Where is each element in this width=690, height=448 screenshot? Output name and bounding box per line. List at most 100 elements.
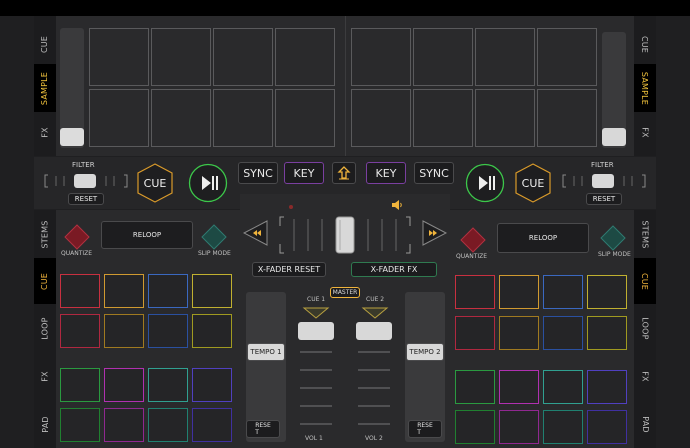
tempo-knob-right[interactable]: TEMPO 2 — [406, 343, 444, 361]
cue2-button[interactable] — [361, 304, 389, 319]
performance-pad[interactable] — [543, 370, 583, 404]
tab-cue[interactable]: CUE — [34, 22, 56, 66]
tab-fx-right[interactable]: FX — [634, 112, 656, 152]
sync-button-right[interactable]: SYNC — [414, 162, 454, 184]
performance-pad[interactable] — [148, 408, 188, 442]
sampler-pad[interactable] — [413, 89, 473, 147]
volume-fader-left[interactable] — [296, 318, 336, 430]
performance-pad[interactable] — [499, 316, 539, 350]
status-bar — [0, 0, 690, 16]
filter-reset-right[interactable]: RESET — [586, 193, 622, 205]
performance-pad[interactable] — [60, 368, 100, 402]
sampler-pad[interactable] — [537, 28, 597, 86]
tab-stems-right[interactable]: STEMS — [634, 210, 656, 258]
performance-pad[interactable] — [104, 314, 144, 348]
cue1-button[interactable] — [302, 304, 330, 319]
swap-button[interactable] — [332, 162, 356, 184]
reloop-button-left[interactable]: RELOOP — [101, 221, 193, 249]
sampler-pad[interactable] — [413, 28, 473, 86]
sampler-pad[interactable] — [213, 28, 273, 86]
sampler-volume-right-knob[interactable] — [602, 128, 626, 146]
performance-pad[interactable] — [455, 316, 495, 350]
sampler-volume-left-knob[interactable] — [60, 128, 84, 146]
sampler-pad[interactable] — [475, 89, 535, 147]
performance-pad[interactable] — [499, 275, 539, 309]
cue-button-right[interactable]: CUE — [515, 163, 551, 203]
sync-button-left[interactable]: SYNC — [238, 162, 278, 184]
key-button-right[interactable]: KEY — [366, 162, 406, 184]
performance-pad[interactable] — [148, 368, 188, 402]
reloop-button-right[interactable]: RELOOP — [497, 223, 589, 253]
performance-pad[interactable] — [148, 314, 188, 348]
performance-pad[interactable] — [499, 410, 539, 444]
tab-cue-bottom-right[interactable]: CUE — [634, 258, 656, 304]
tempo-reset-left[interactable]: RESE T — [246, 420, 280, 438]
tab-pad[interactable]: PAD — [34, 400, 56, 448]
key-button-left[interactable]: KEY — [284, 162, 324, 184]
performance-pad[interactable] — [455, 370, 495, 404]
performance-pad[interactable] — [192, 368, 232, 402]
tab-loop[interactable]: LOOP — [34, 304, 56, 352]
tab-fx-bottom[interactable]: FX — [34, 352, 56, 400]
performance-pad[interactable] — [587, 410, 627, 444]
performance-pad[interactable] — [60, 274, 100, 308]
sampler-pad[interactable] — [275, 28, 335, 86]
nudge-left-button[interactable] — [242, 220, 269, 246]
crossfader[interactable] — [278, 214, 412, 256]
sampler-pad[interactable] — [537, 89, 597, 147]
tab-stems[interactable]: STEMS — [34, 210, 56, 258]
performance-pad[interactable] — [499, 370, 539, 404]
performance-pad[interactable] — [543, 410, 583, 444]
master-button[interactable]: MASTER — [330, 287, 360, 298]
slip-mode-button-right[interactable] — [600, 225, 626, 251]
sampler-pad[interactable] — [475, 28, 535, 86]
sampler-pad[interactable] — [351, 28, 411, 86]
filter-knob-right[interactable] — [562, 172, 646, 190]
play-button-right[interactable] — [465, 163, 505, 203]
filter-knob-left[interactable] — [44, 172, 128, 190]
performance-pad[interactable] — [104, 368, 144, 402]
performance-pad[interactable] — [587, 370, 627, 404]
performance-pad[interactable] — [104, 408, 144, 442]
performance-pad[interactable] — [104, 274, 144, 308]
performance-pad[interactable] — [60, 408, 100, 442]
performance-pad[interactable] — [543, 316, 583, 350]
xfader-reset-button[interactable]: X-FADER RESET — [252, 262, 326, 277]
performance-pad[interactable] — [587, 275, 627, 309]
quantize-button-left[interactable] — [64, 224, 90, 250]
sampler-pad[interactable] — [89, 89, 149, 147]
tab-pad-right[interactable]: PAD — [634, 400, 656, 448]
tab-sample[interactable]: SAMPLE — [34, 64, 56, 112]
slip-mode-button-left[interactable] — [201, 224, 227, 250]
tab-sample-right[interactable]: SAMPLE — [634, 64, 656, 112]
performance-pad[interactable] — [192, 408, 232, 442]
tab-loop-right[interactable]: LOOP — [634, 304, 656, 352]
tab-fx-bottom-right[interactable]: FX — [634, 352, 656, 400]
sampler-pad[interactable] — [275, 89, 335, 147]
nudge-right-button[interactable] — [421, 220, 448, 246]
filter-reset-left[interactable]: RESET — [68, 193, 104, 205]
tab-fx[interactable]: FX — [34, 112, 56, 152]
performance-pad[interactable] — [192, 314, 232, 348]
volume-fader-right[interactable] — [354, 318, 394, 430]
performance-pad[interactable] — [148, 274, 188, 308]
performance-pad[interactable] — [455, 275, 495, 309]
sampler-pad[interactable] — [89, 28, 149, 86]
performance-pad[interactable] — [587, 316, 627, 350]
performance-pad[interactable] — [60, 314, 100, 348]
tempo-reset-right[interactable]: RESE T — [408, 420, 442, 438]
sampler-pad[interactable] — [151, 89, 211, 147]
tempo-knob-left[interactable]: TEMPO 1 — [247, 343, 285, 361]
tab-cue-right[interactable]: CUE — [634, 22, 656, 66]
quantize-button-right[interactable] — [460, 227, 486, 253]
sampler-pad[interactable] — [213, 89, 273, 147]
performance-pad[interactable] — [192, 274, 232, 308]
cue-button-left[interactable]: CUE — [137, 163, 173, 203]
performance-pad[interactable] — [543, 275, 583, 309]
sampler-pad[interactable] — [151, 28, 211, 86]
tab-cue-bottom[interactable]: CUE — [34, 258, 56, 304]
xfader-fx-button[interactable]: X-FADER FX — [351, 262, 437, 277]
play-button-left[interactable] — [188, 163, 228, 203]
sampler-pad[interactable] — [351, 89, 411, 147]
performance-pad[interactable] — [455, 410, 495, 444]
